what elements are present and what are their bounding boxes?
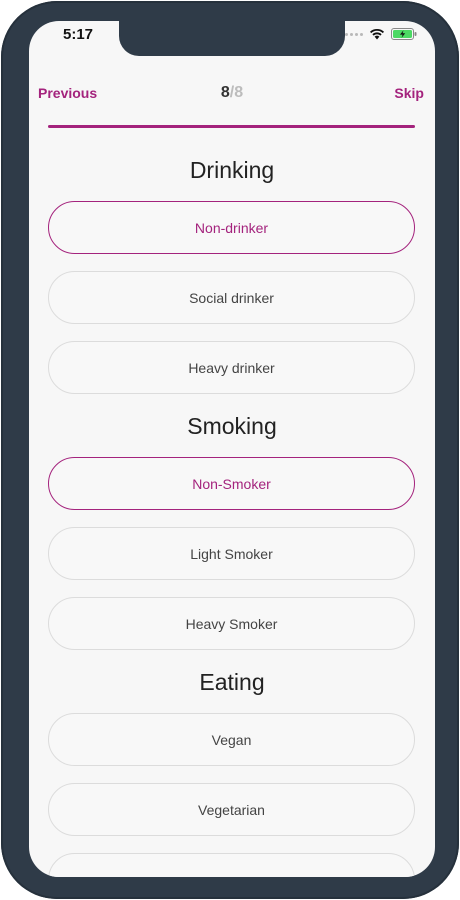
app-screen: 5:17 Previous 8/8 Skip Drinking Non-drin… [29,21,435,877]
option-heavy-drinker[interactable]: Heavy drinker [48,341,415,394]
wifi-icon [369,28,385,40]
option-vegetarian[interactable]: Vegetarian [48,783,415,836]
onboarding-nav: Previous 8/8 Skip [29,83,435,107]
progress-fill [48,125,415,128]
smoking-section: Smoking Non-Smoker Light Smoker Heavy Sm… [29,407,435,650]
option-vegan[interactable]: Vegan [48,713,415,766]
status-icons [345,28,417,40]
section-title-drinking: Drinking [189,157,275,183]
skip-button[interactable]: Skip [394,85,424,101]
section-title-smoking: Smoking [187,413,277,439]
step-total: 8 [234,84,244,101]
option-partially-visible[interactable] [48,853,415,877]
progress-bar [48,125,415,128]
drinking-options: Non-drinker Social drinker Heavy drinker [29,201,435,394]
option-non-drinker[interactable]: Non-drinker [48,201,415,254]
eating-section: Eating Vegan Vegetarian [29,663,435,877]
status-time: 5:17 [63,26,94,43]
battery-charging-icon [391,28,417,40]
section-title-eating: Eating [199,669,265,695]
option-non-smoker[interactable]: Non-Smoker [48,457,415,510]
smoking-options: Non-Smoker Light Smoker Heavy Smoker [29,457,435,650]
device-notch [119,21,345,56]
eating-options: Vegan Vegetarian [29,713,435,877]
step-counter: 8/8 [29,84,435,102]
option-light-smoker[interactable]: Light Smoker [48,527,415,580]
option-heavy-smoker[interactable]: Heavy Smoker [48,597,415,650]
phone-frame: 5:17 Previous 8/8 Skip Drinking Non-drin… [1,1,459,899]
preferences-form: Drinking Non-drinker Social drinker Heav… [29,151,435,877]
signal-icon [345,32,363,36]
option-social-drinker[interactable]: Social drinker [48,271,415,324]
drinking-section: Drinking Non-drinker Social drinker Heav… [29,151,435,394]
step-current: 8 [220,84,230,101]
